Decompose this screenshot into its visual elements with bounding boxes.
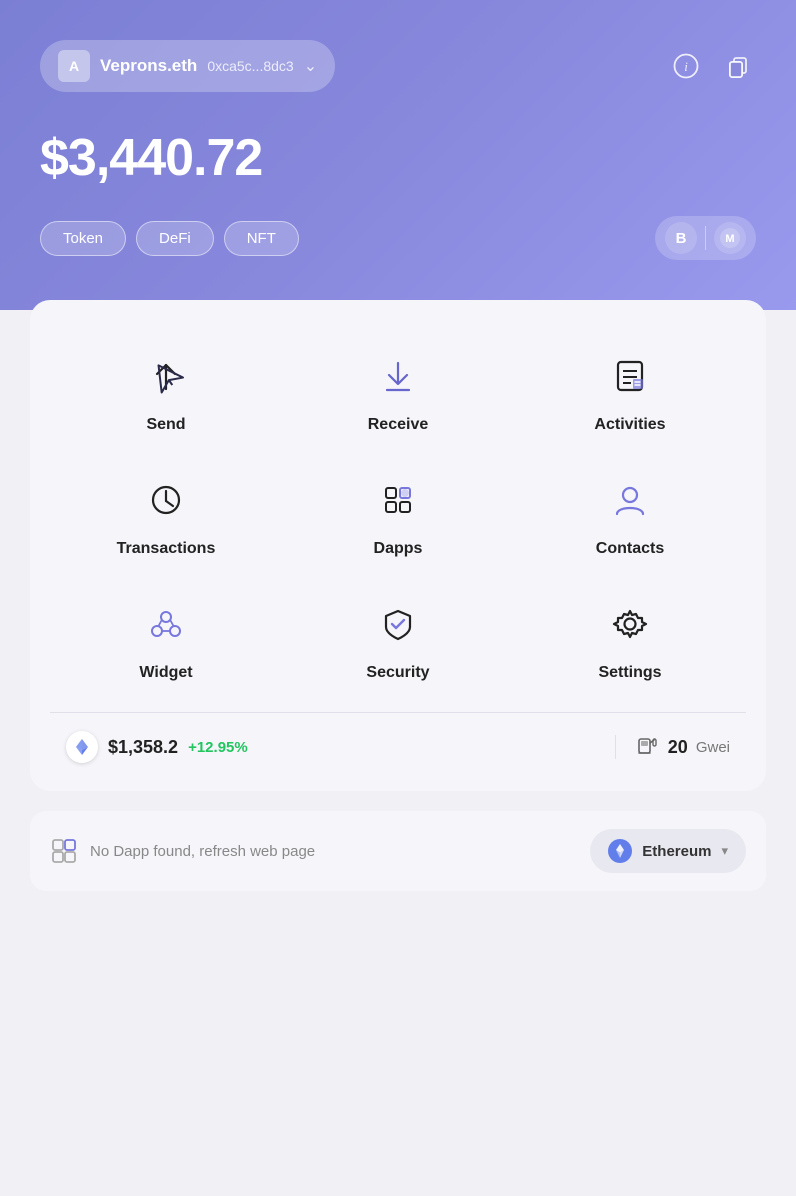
filter-row: Token DeFi NFT B M bbox=[40, 216, 756, 260]
eth-price-section: $1,358.2 +12.95% bbox=[66, 731, 248, 763]
settings-label: Settings bbox=[598, 664, 661, 682]
network-name: Ethereum bbox=[642, 843, 711, 860]
chevron-down-icon: ⌄ bbox=[304, 56, 317, 76]
dapps-icon bbox=[372, 474, 424, 526]
eth-change-value: +12.95% bbox=[188, 739, 248, 756]
activities-button[interactable]: Activities bbox=[514, 330, 746, 454]
widget-icon bbox=[140, 598, 192, 650]
contacts-button[interactable]: Contacts bbox=[514, 454, 746, 578]
send-button[interactable]: Send bbox=[50, 330, 282, 454]
transactions-icon bbox=[140, 474, 192, 526]
eth-logo bbox=[66, 731, 98, 763]
token-tab[interactable]: Token bbox=[40, 221, 126, 256]
action-grid: Send Receive bbox=[50, 330, 746, 702]
header-actions: i bbox=[668, 48, 756, 84]
svg-text:M: M bbox=[725, 233, 734, 245]
activities-icon bbox=[604, 350, 656, 402]
send-icon bbox=[140, 350, 192, 402]
no-dapp-section: No Dapp found, refresh web page bbox=[50, 837, 315, 865]
eth-network-logo bbox=[608, 839, 632, 863]
network-selector[interactable]: Ethereum ▾ bbox=[590, 829, 746, 873]
header: A Veprons.eth 0xca5c...8dc3 ⌄ i $3,4 bbox=[0, 0, 796, 310]
dapps-bottom-icon bbox=[50, 837, 78, 865]
transactions-button[interactable]: Transactions bbox=[50, 454, 282, 578]
main-card: Send Receive bbox=[30, 300, 766, 791]
wallet-address: 0xca5c...8dc3 bbox=[207, 58, 293, 74]
transactions-label: Transactions bbox=[117, 540, 216, 558]
filter-tabs: Token DeFi NFT bbox=[40, 221, 299, 256]
no-dapp-text: No Dapp found, refresh web page bbox=[90, 843, 315, 860]
svg-text:B: B bbox=[675, 230, 686, 247]
gas-value: 20 bbox=[668, 737, 688, 758]
info-button[interactable]: i bbox=[668, 48, 704, 84]
send-label: Send bbox=[146, 416, 185, 434]
contacts-label: Contacts bbox=[596, 540, 664, 558]
receive-label: Receive bbox=[368, 416, 429, 434]
wallet-name: Veprons.eth bbox=[100, 56, 197, 76]
network-chevron-icon: ▾ bbox=[721, 843, 728, 859]
dapps-label: Dapps bbox=[374, 540, 423, 558]
address-bar: A Veprons.eth 0xca5c...8dc3 ⌄ i bbox=[40, 40, 756, 92]
gas-icon bbox=[636, 735, 660, 759]
security-label: Security bbox=[366, 664, 429, 682]
footer-bar: $1,358.2 +12.95% 20 Gwei bbox=[50, 712, 746, 771]
chain-divider bbox=[705, 226, 707, 250]
contacts-icon bbox=[604, 474, 656, 526]
settings-icon bbox=[604, 598, 656, 650]
svg-text:i: i bbox=[684, 59, 688, 74]
gas-unit: Gwei bbox=[696, 739, 730, 756]
widget-label: Widget bbox=[139, 664, 192, 682]
copy-button[interactable] bbox=[720, 48, 756, 84]
dapps-button[interactable]: Dapps bbox=[282, 454, 514, 578]
security-icon bbox=[372, 598, 424, 650]
avatar: A bbox=[58, 50, 90, 82]
bottom-bar: No Dapp found, refresh web page Ethereum… bbox=[30, 811, 766, 891]
receive-button[interactable]: Receive bbox=[282, 330, 514, 454]
activities-label: Activities bbox=[594, 416, 665, 434]
nft-tab[interactable]: NFT bbox=[224, 221, 299, 256]
chain-icon-b: B bbox=[665, 222, 697, 254]
eth-price-value: $1,358.2 bbox=[108, 737, 178, 758]
chain-selector[interactable]: B M bbox=[655, 216, 757, 260]
settings-button[interactable]: Settings bbox=[514, 578, 746, 702]
balance-display: $3,440.72 bbox=[40, 128, 756, 188]
chain-icon-m: M bbox=[714, 222, 746, 254]
address-pill[interactable]: A Veprons.eth 0xca5c...8dc3 ⌄ bbox=[40, 40, 335, 92]
defi-tab[interactable]: DeFi bbox=[136, 221, 214, 256]
receive-icon bbox=[372, 350, 424, 402]
gas-section: 20 Gwei bbox=[615, 735, 730, 759]
widget-button[interactable]: Widget bbox=[50, 578, 282, 702]
security-button[interactable]: Security bbox=[282, 578, 514, 702]
